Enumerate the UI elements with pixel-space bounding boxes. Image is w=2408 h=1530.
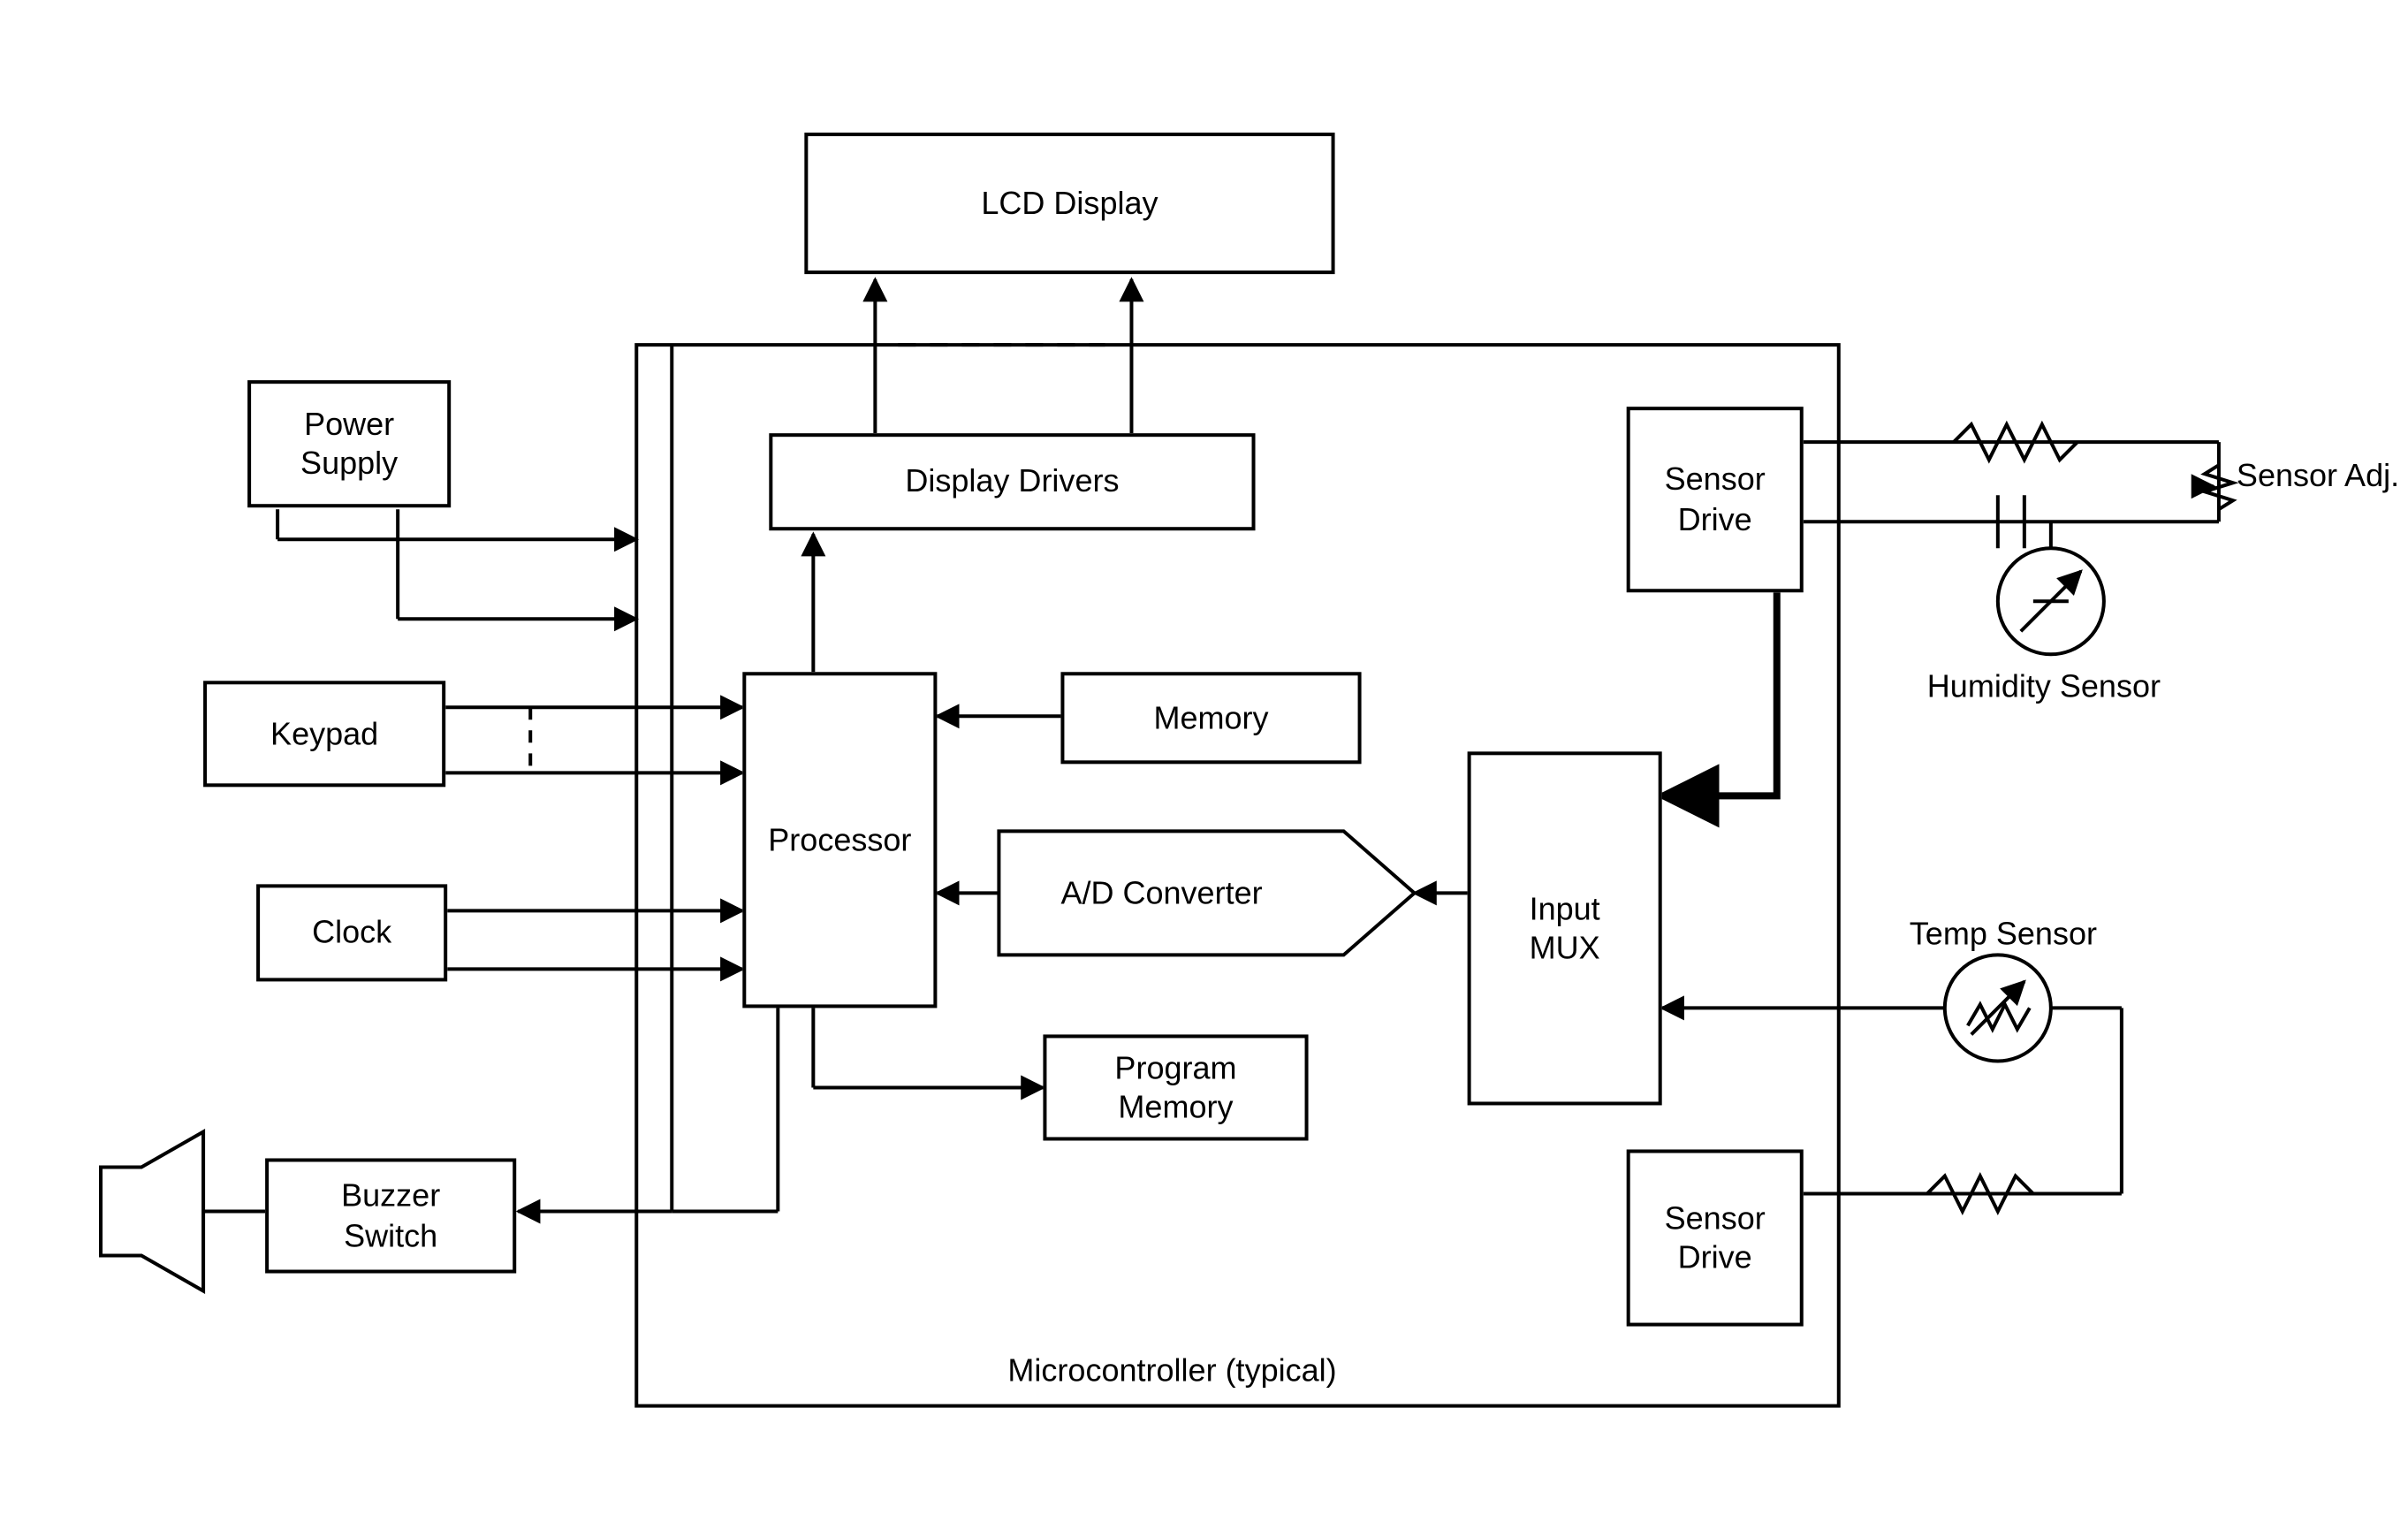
clock-label: Clock — [312, 913, 391, 953]
temp-sensor-label: Temp Sensor — [1910, 916, 2097, 953]
memory-block: Memory — [1060, 672, 1361, 764]
memory-label: Memory — [1153, 698, 1268, 738]
program-memory-label: Program Memory — [1114, 1047, 1236, 1127]
processor-block: Processor — [742, 672, 937, 1008]
sensor-drive-top-label: Sensor Drive — [1665, 460, 1766, 539]
sensor-drive-top-block: Sensor Drive — [1627, 407, 1804, 592]
sensor-drive-bottom-label: Sensor Drive — [1665, 1198, 1766, 1277]
keypad-label: Keypad — [270, 714, 378, 754]
humidity-sensor-label: Humidity Sensor — [1927, 668, 2161, 705]
input-mux-label: Input MUX — [1530, 888, 1600, 968]
block-diagram: LCD Display Power Supply Display Drivers… — [0, 0, 2408, 1530]
buzzer-switch-block: Buzzer Switch — [265, 1158, 516, 1273]
input-mux-block: Input MUX — [1468, 751, 1662, 1105]
sensor-adj-label: Sensor Adj. — [2237, 460, 2399, 495]
display-drivers-block: Display Drivers — [769, 433, 1255, 530]
keypad-block: Keypad — [203, 681, 445, 787]
lcd-display-block: LCD Display — [804, 133, 1334, 274]
microcontroller-label: Microcontroller (typical) — [1007, 1353, 1336, 1390]
display-drivers-label: Display Drivers — [905, 462, 1119, 502]
clock-block: Clock — [256, 884, 447, 981]
buzzer-switch-label: Buzzer Switch — [341, 1176, 440, 1255]
lcd-display-label: LCD Display — [981, 184, 1158, 224]
sensor-drive-bottom-block: Sensor Drive — [1627, 1149, 1804, 1326]
power-supply-block: Power Supply — [247, 380, 451, 507]
processor-label: Processor — [768, 820, 911, 860]
ad-converter-label: A/D Converter — [1060, 875, 1262, 912]
program-memory-block: Program Memory — [1043, 1034, 1308, 1140]
power-supply-label: Power Supply — [300, 404, 398, 483]
